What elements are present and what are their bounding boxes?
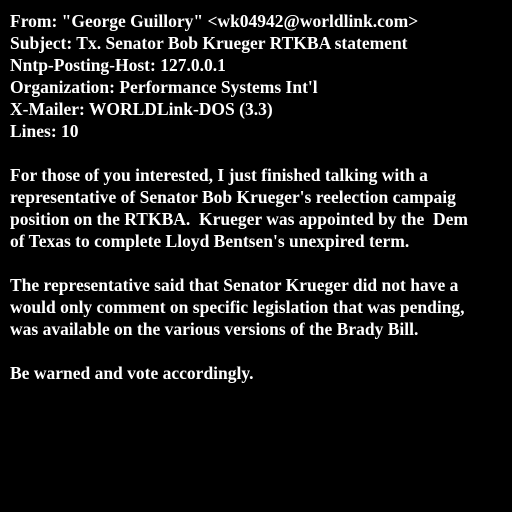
body-line: For those of you interested, I just fini… bbox=[10, 165, 428, 185]
message-paragraph-1: For those of you interested, I just fini… bbox=[10, 164, 512, 252]
message-paragraph-2: The representative said that Senator Kru… bbox=[10, 274, 512, 340]
header-nntp-posting-host: Nntp-Posting-Host: 127.0.0.1 bbox=[10, 55, 226, 75]
body-line: The representative said that Senator Kru… bbox=[10, 275, 459, 295]
body-line: Be warned and vote accordingly. bbox=[10, 363, 254, 383]
body-line: representative of Senator Bob Krueger's … bbox=[10, 187, 456, 207]
header-x-mailer: X-Mailer: WORLDLink-DOS (3.3) bbox=[10, 99, 273, 119]
header-lines: Lines: 10 bbox=[10, 121, 79, 141]
message-headers: From: "George Guillory" <wk04942@worldli… bbox=[10, 10, 512, 142]
header-organization: Organization: Performance Systems Int'l bbox=[10, 77, 318, 97]
message-paragraph-3: Be warned and vote accordingly. bbox=[10, 362, 512, 384]
body-line: of Texas to complete Lloyd Bentsen's une… bbox=[10, 231, 410, 251]
body-line: was available on the various versions of… bbox=[10, 319, 419, 339]
message-view: From: "George Guillory" <wk04942@worldli… bbox=[10, 10, 512, 512]
header-from: From: "George Guillory" <wk04942@worldli… bbox=[10, 11, 419, 31]
header-subject: Subject: Tx. Senator Bob Krueger RTKBA s… bbox=[10, 33, 408, 53]
body-line: position on the RTKBA. Krueger was appoi… bbox=[10, 209, 468, 229]
body-line: would only comment on specific legislati… bbox=[10, 297, 465, 317]
